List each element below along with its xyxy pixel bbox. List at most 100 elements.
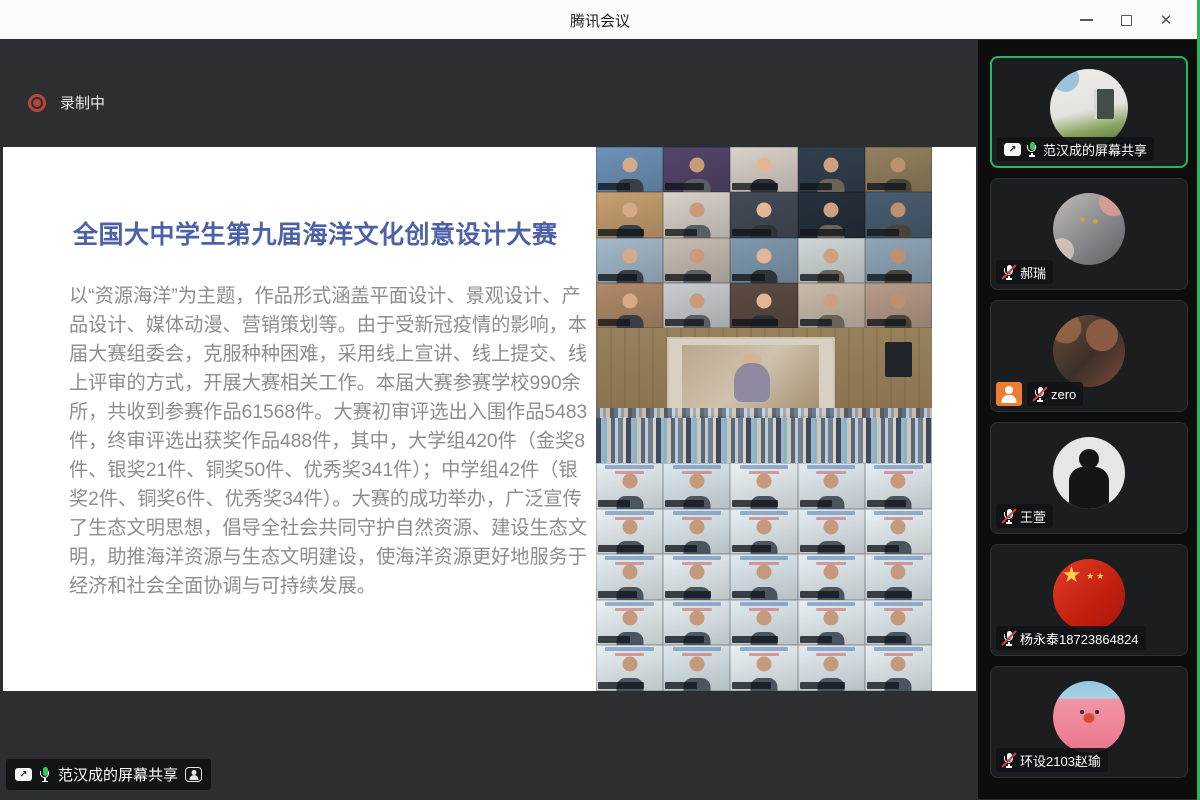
titlebar: 腾讯会议 ✕ (0, 0, 1200, 40)
shared-grid-cell (663, 463, 730, 509)
mic-muted-icon (1003, 630, 1015, 646)
shared-grid-cell (730, 192, 797, 237)
shared-grid-cell (730, 463, 797, 509)
minimize-button[interactable] (1066, 0, 1106, 40)
active-share-label: 范汉成的屏幕共享 (58, 764, 178, 785)
close-button[interactable]: ✕ (1146, 0, 1186, 40)
participant-tile-zero[interactable]: zero (990, 300, 1188, 412)
shared-grid-cell (798, 600, 865, 646)
shared-grid-cell (865, 192, 932, 237)
mic-on-icon (1026, 141, 1038, 157)
close-icon: ✕ (1160, 13, 1173, 28)
shared-grid-cell (596, 147, 663, 192)
portrait-frame-icon (185, 767, 202, 782)
mic-muted-icon (1003, 752, 1015, 768)
participant-label: 王萱 (996, 504, 1053, 528)
shared-grid-cell (865, 600, 932, 646)
shared-grid-cell (730, 147, 797, 192)
participant-label: zero (1027, 382, 1083, 406)
shared-grid-cell (865, 463, 932, 509)
lecture-hall-photo (596, 328, 932, 463)
shared-grid-cell (596, 645, 663, 691)
participant-label: 环设2103赵瑜 (996, 748, 1108, 772)
shared-content: 全国大中学生第九届海洋文化创意设计大赛 以“资源海洋”为主题，作品形式涵盖平面设… (3, 147, 976, 691)
avatar (1053, 559, 1125, 631)
mic-muted-icon (1034, 386, 1046, 402)
avatar (1050, 69, 1128, 147)
shared-grid-cell (663, 147, 730, 192)
slide-body-text: 以“资源海洋”为主题，作品形式涵盖平面设计、景观设计、产品设计、媒体动漫、营销策… (69, 282, 593, 601)
meeting-window: 腾讯会议 ✕ 录制中 全国大中学生第九届海洋文化创意设计大赛 以“资源海洋”为主… (0, 0, 1200, 800)
maximize-icon (1121, 15, 1132, 26)
participant-label: 郝瑞 (996, 260, 1053, 284)
participant-label: 杨永泰18723864824 (996, 626, 1146, 650)
shared-grid-cell (730, 645, 797, 691)
window-title: 腾讯会议 (0, 0, 1200, 40)
participant-name: 环设2103赵瑜 (1020, 751, 1101, 770)
participant-tile-haorui[interactable]: 郝瑞 (990, 178, 1188, 290)
shared-grid-cell (663, 645, 730, 691)
avatar (1053, 315, 1125, 387)
participant-tile-yangyongtai[interactable]: 杨永泰18723864824 (990, 544, 1188, 656)
shared-grid-cell (798, 283, 865, 328)
meeting-main: 录制中 全国大中学生第九届海洋文化创意设计大赛 以“资源海洋”为主题，作品形式涵… (0, 40, 1200, 799)
remote-speaker-figure (734, 363, 770, 402)
shared-grid-cell (730, 509, 797, 555)
participant-name: 杨永泰18723864824 (1020, 629, 1139, 648)
maximize-button[interactable] (1106, 0, 1146, 40)
shared-grid-cell (730, 238, 797, 283)
shared-grid-cell (865, 238, 932, 283)
audience-crowd (596, 417, 932, 463)
avatar (1053, 437, 1125, 509)
avatar (1053, 193, 1125, 265)
shared-grid-cell (798, 554, 865, 600)
shared-grid-cell (865, 147, 932, 192)
shared-grid-cell (865, 283, 932, 328)
shared-grid-bottom (596, 463, 932, 691)
shared-grid-cell (865, 554, 932, 600)
shared-grid-top (596, 147, 932, 328)
shared-grid-cell (798, 147, 865, 192)
shared-grid-cell (730, 554, 797, 600)
shared-grid-cell (663, 238, 730, 283)
shared-grid-cell (596, 463, 663, 509)
participants-sidebar: 范汉成的屏幕共享 郝瑞 zero (978, 40, 1200, 799)
shared-grid-cell (798, 645, 865, 691)
shared-grid-cell (663, 283, 730, 328)
shared-grid-cell (865, 509, 932, 555)
shared-grid-cell (798, 238, 865, 283)
mic-muted-icon (1003, 264, 1015, 280)
shared-grid-cell (730, 600, 797, 646)
shared-grid-cell (798, 463, 865, 509)
wall-speaker-box (885, 342, 912, 377)
shared-grid-cell (865, 645, 932, 691)
shared-grid-cell (663, 600, 730, 646)
screen-share-icon (15, 768, 32, 781)
projection-screen-content (682, 345, 820, 407)
participant-tile-zhaoyu[interactable]: 环设2103赵瑜 (990, 666, 1188, 778)
participant-tile-fanhancheng-share[interactable]: 范汉成的屏幕共享 (990, 56, 1188, 168)
shared-grid-cell (596, 283, 663, 328)
active-share-chip[interactable]: 范汉成的屏幕共享 (6, 759, 211, 790)
shared-grid-cell (596, 554, 663, 600)
shared-grid-cell (663, 554, 730, 600)
screen-share-icon (1004, 143, 1021, 156)
slide-title: 全国大中学生第九届海洋文化创意设计大赛 (73, 215, 578, 251)
projection-screen (667, 337, 835, 415)
shared-grid-cell (798, 192, 865, 237)
mic-muted-icon (1003, 508, 1015, 524)
shared-screen-stage: 录制中 全国大中学生第九届海洋文化创意设计大赛 以“资源海洋”为主题，作品形式涵… (0, 40, 978, 799)
shared-grid-cell (663, 509, 730, 555)
minimize-icon (1080, 19, 1093, 21)
participant-name: zero (1051, 387, 1076, 402)
shared-grid-cell (663, 192, 730, 237)
shared-grid-cell (596, 192, 663, 237)
presentation-slide: 全国大中学生第九届海洋文化创意设计大赛 以“资源海洋”为主题，作品形式涵盖平面设… (3, 147, 596, 691)
recording-indicator[interactable]: 录制中 (28, 92, 105, 113)
participant-tile-wangxuan[interactable]: 王萱 (990, 422, 1188, 534)
participant-label: 范汉成的屏幕共享 (997, 137, 1154, 161)
shared-grid-cell (596, 509, 663, 555)
shared-grid-cell (730, 283, 797, 328)
recording-label: 录制中 (60, 92, 105, 113)
shared-grid-cell (596, 600, 663, 646)
